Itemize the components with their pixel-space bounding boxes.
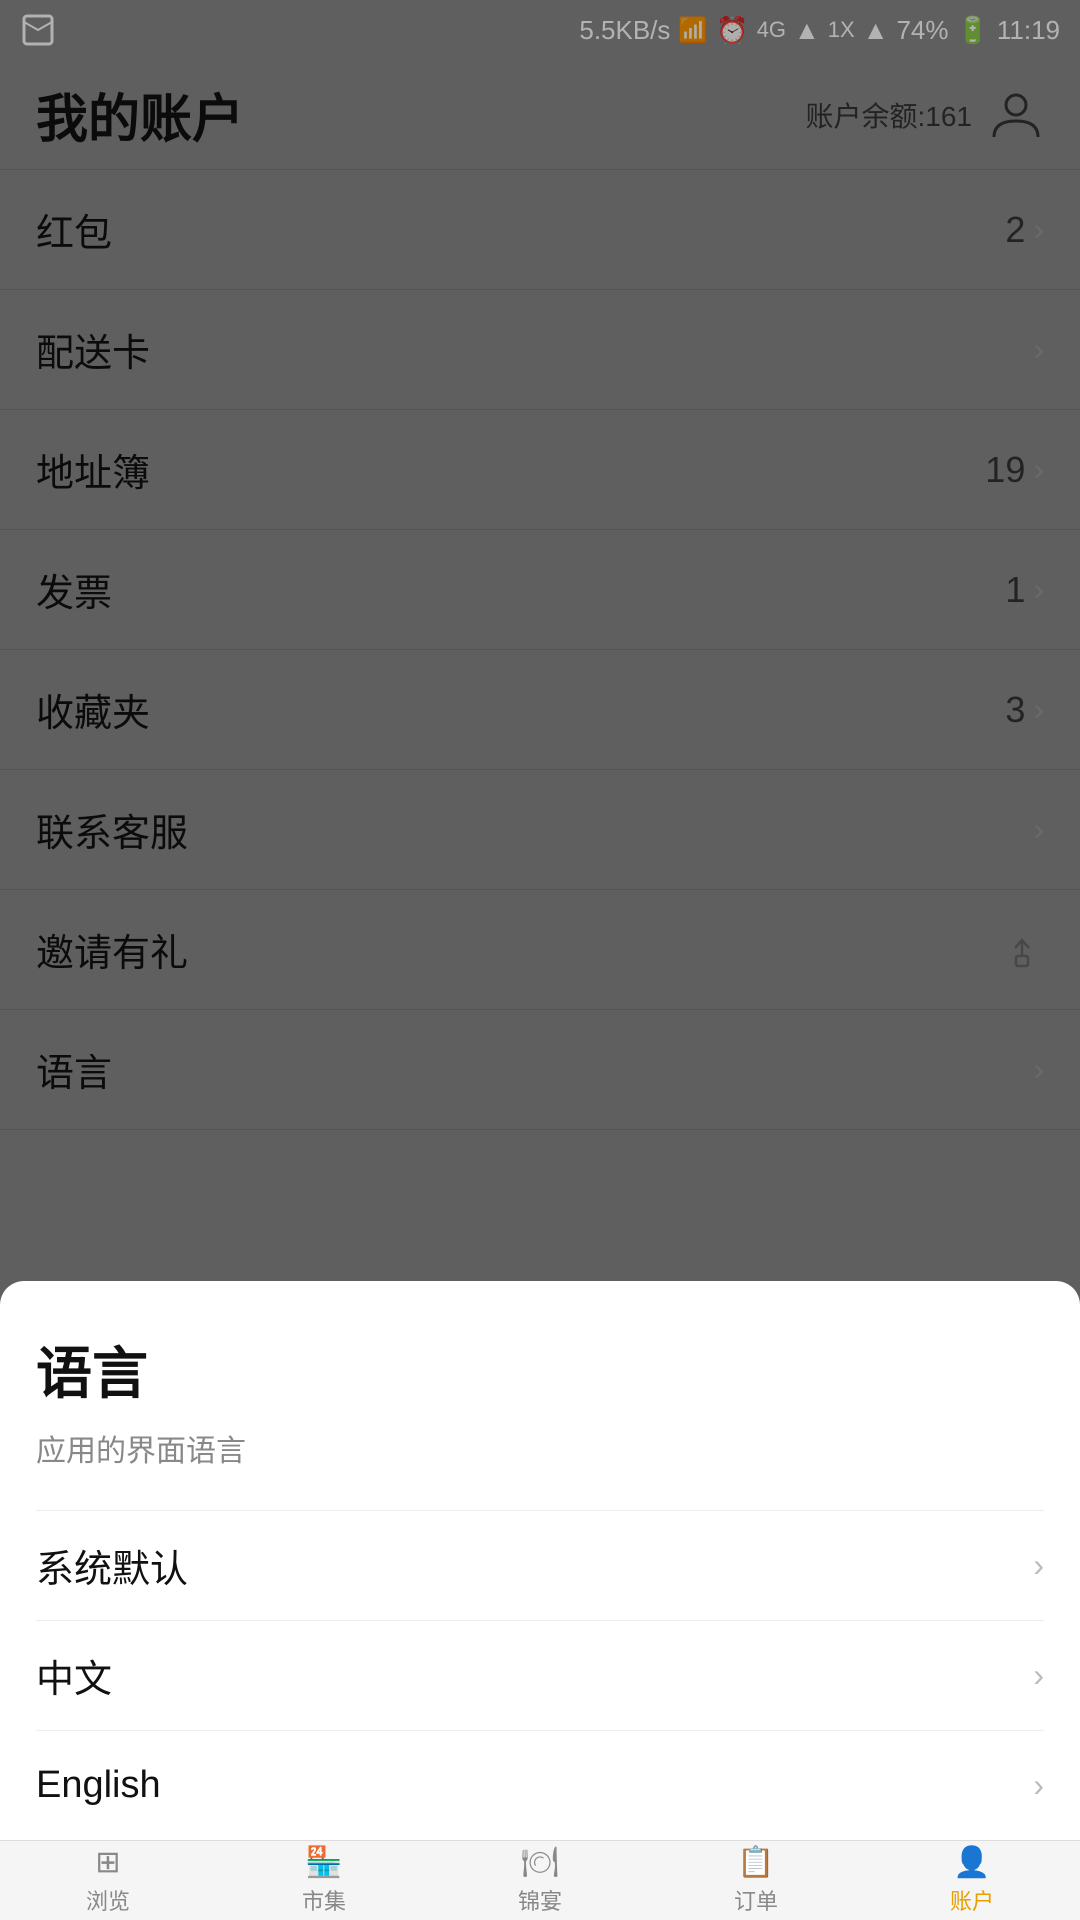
nav-item-orders[interactable]: 📋 订单: [734, 1845, 778, 1916]
nav-item-browse[interactable]: ⊞ 浏览: [86, 1845, 130, 1916]
nav-item-market[interactable]: 🏪 市集: [302, 1845, 346, 1916]
feast-icon: 🍽: [521, 1845, 559, 1880]
sheet-title: 语言: [36, 1329, 1044, 1410]
nav-label-browse: 浏览: [86, 1884, 130, 1916]
chevron-right-icon: ›: [1033, 1547, 1044, 1584]
nav-label-market: 市集: [302, 1884, 346, 1916]
language-sheet: 语言 应用的界面语言 系统默认 › 中文 › English ›: [0, 1281, 1080, 1840]
bottom-nav: ⊞ 浏览 🏪 市集 🍽 锦宴 📋 订单 👤 账户: [0, 1840, 1080, 1920]
market-icon: 🏪: [305, 1845, 342, 1880]
nav-item-account[interactable]: 👤 账户: [950, 1845, 994, 1916]
nav-label-account: 账户: [950, 1884, 994, 1916]
orders-icon: 📋: [737, 1845, 774, 1880]
nav-item-feast[interactable]: 🍽 锦宴: [518, 1845, 562, 1916]
browse-icon: ⊞: [95, 1845, 120, 1880]
chevron-right-icon: ›: [1033, 1767, 1044, 1804]
chevron-right-icon: ›: [1033, 1657, 1044, 1694]
account-icon: 👤: [953, 1845, 990, 1880]
sheet-subtitle: 应用的界面语言: [36, 1426, 1044, 1470]
nav-label-feast: 锦宴: [518, 1884, 562, 1916]
language-option-system-default[interactable]: 系统默认 ›: [36, 1510, 1044, 1620]
language-option-chinese[interactable]: 中文 ›: [36, 1620, 1044, 1730]
nav-label-orders: 订单: [734, 1884, 778, 1916]
language-option-english[interactable]: English ›: [36, 1730, 1044, 1840]
